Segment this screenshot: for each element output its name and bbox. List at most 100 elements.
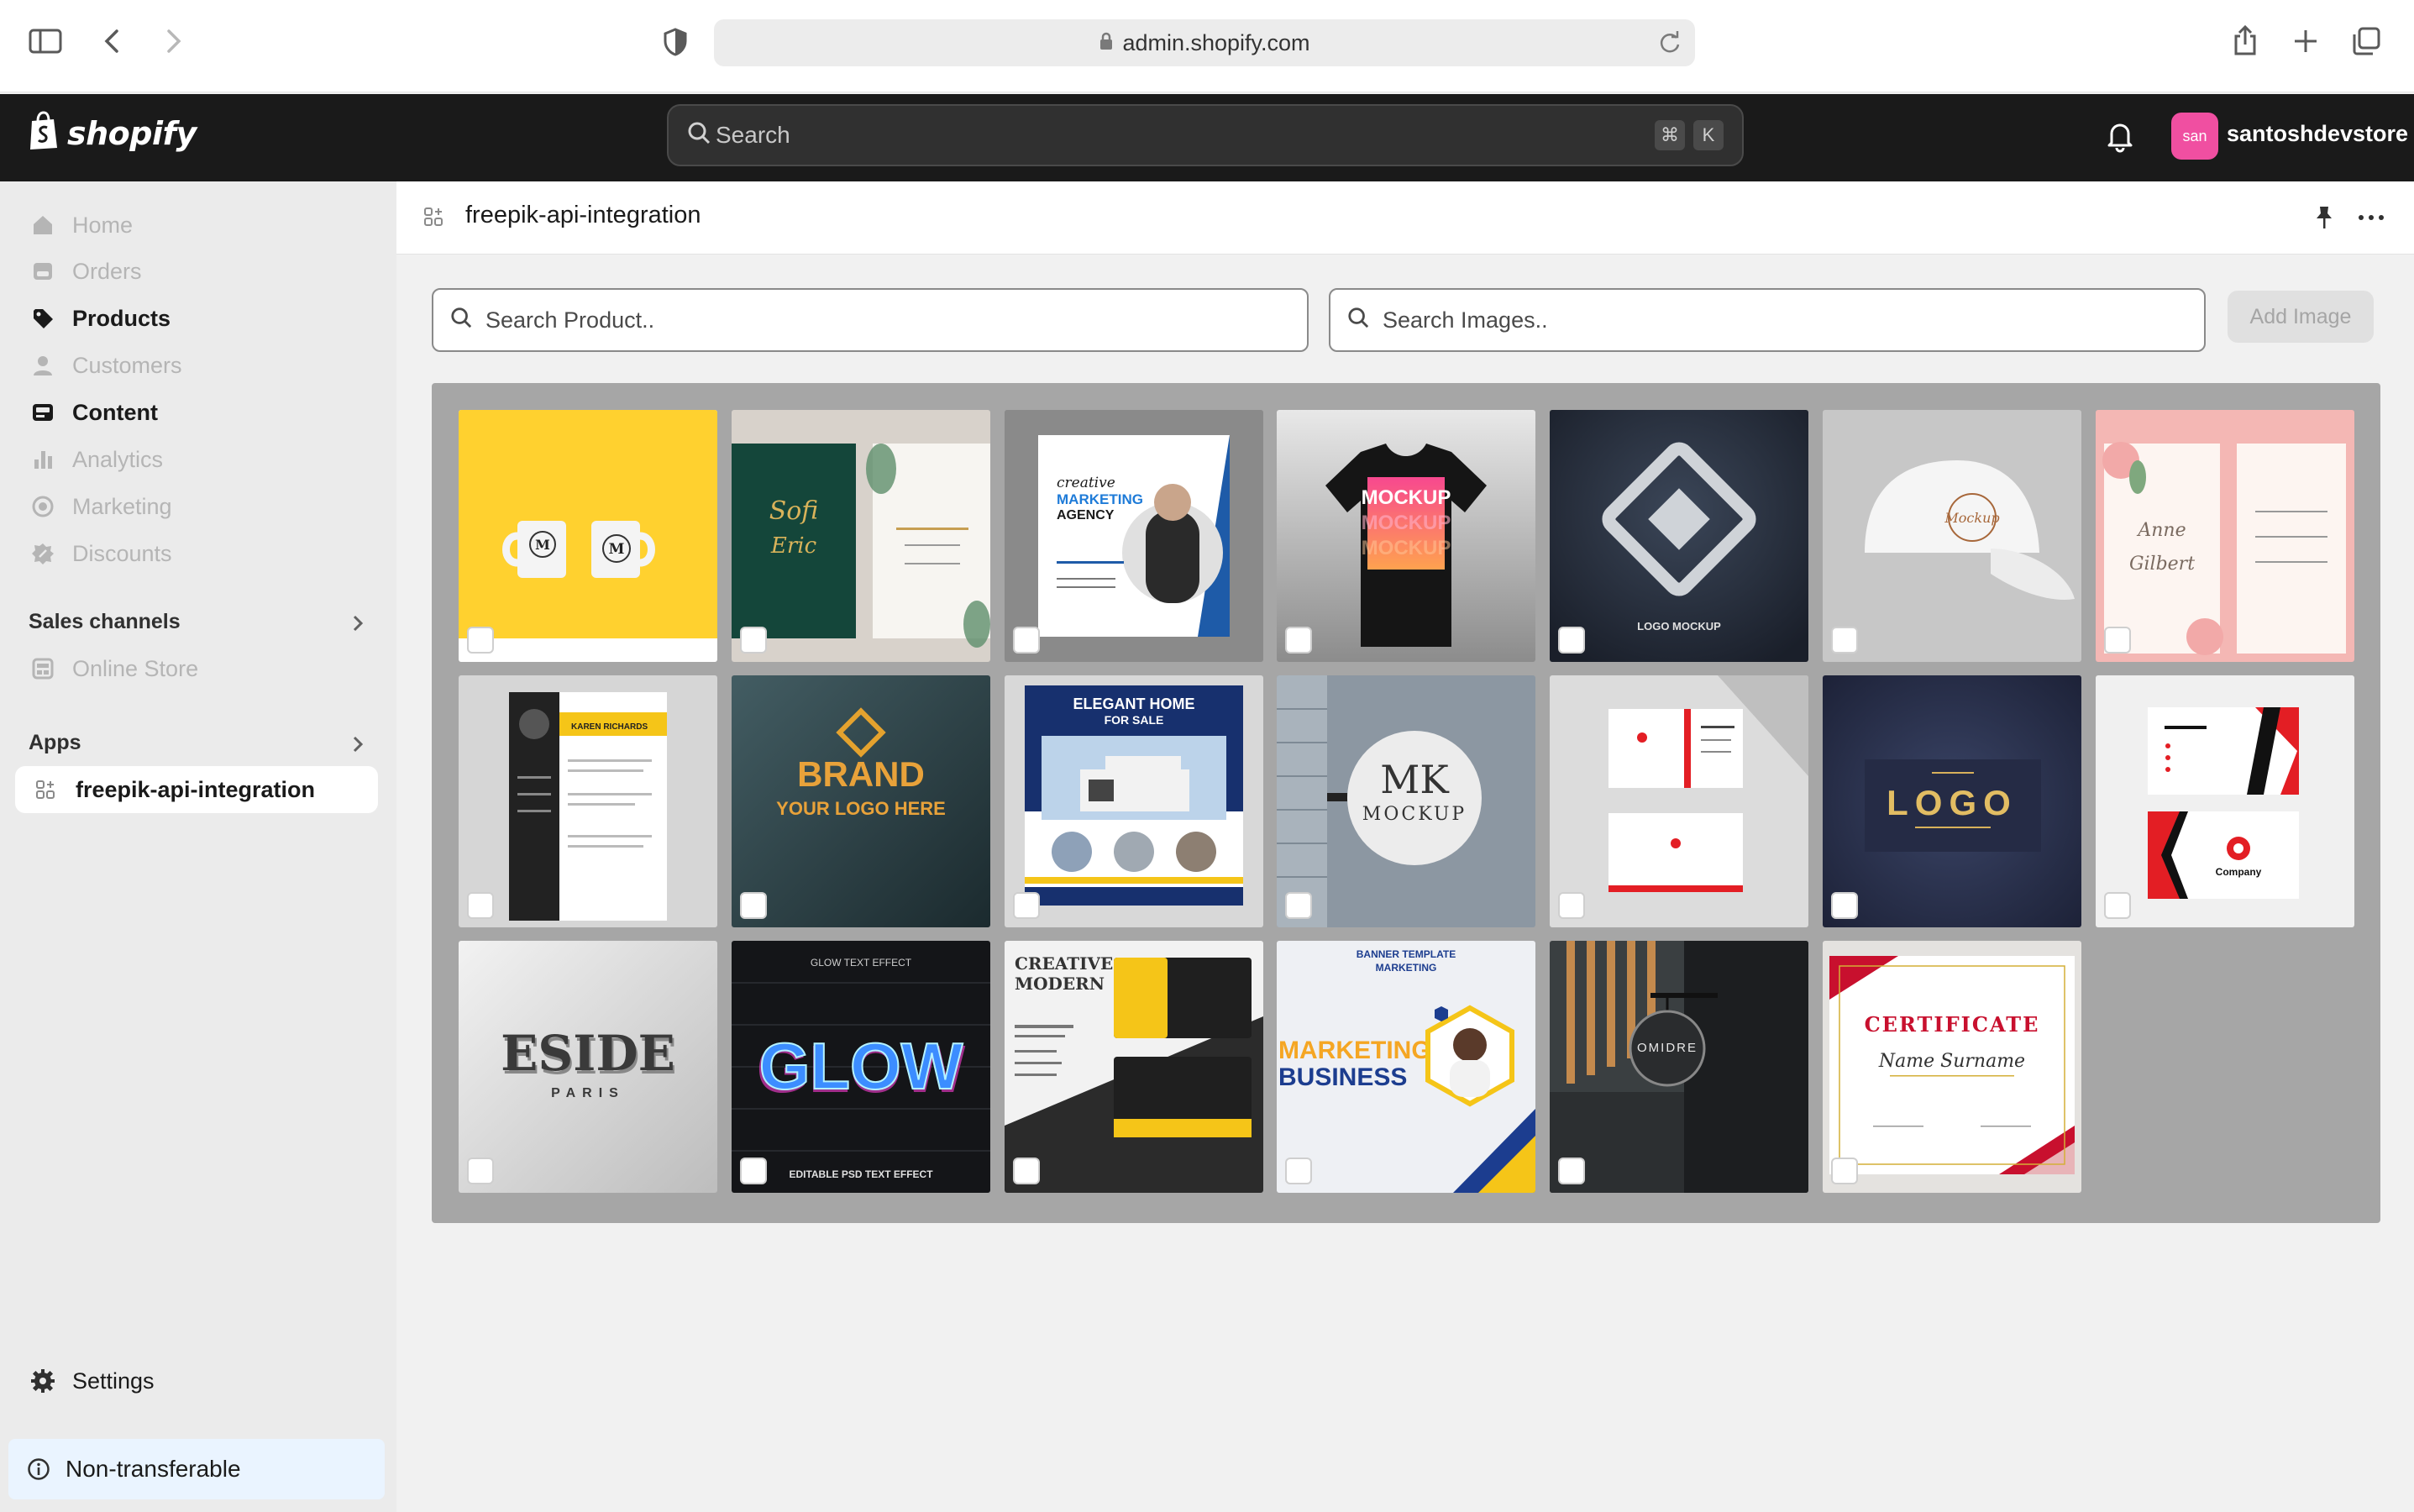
non-transferable-banner[interactable]: Non-transferable (8, 1439, 385, 1499)
sidebar-item-label: Analytics (72, 446, 164, 472)
svg-text:Company: Company (2216, 866, 2262, 878)
image-card-certificate[interactable]: CERTIFICATE Name Surname (1823, 941, 2081, 1193)
sidebar-item-products[interactable]: Products (30, 297, 171, 339)
back-icon[interactable] (99, 27, 124, 55)
svg-text:ESIDE: ESIDE (501, 1025, 675, 1082)
search-images-field[interactable] (1329, 288, 2206, 352)
select-checkbox[interactable] (2104, 627, 2131, 654)
address-bar[interactable]: admin.shopify.com (714, 19, 1695, 66)
image-card-brand-gold[interactable]: BRAND YOUR LOGO HERE (732, 675, 990, 927)
select-checkbox[interactable] (1013, 627, 1040, 654)
select-checkbox[interactable] (1013, 1158, 1040, 1184)
select-checkbox[interactable] (740, 892, 767, 919)
search-product-input[interactable] (484, 306, 1230, 334)
avatar[interactable]: san (2171, 113, 2218, 160)
select-checkbox[interactable] (1831, 1158, 1858, 1184)
search-icon (687, 121, 711, 150)
image-card-business-card-red[interactable] (1550, 675, 1808, 927)
image-card-resume[interactable]: KAREN RICHARDS (459, 675, 717, 927)
select-checkbox[interactable] (740, 1158, 767, 1184)
image-card-marketing-agency[interactable]: creative MARKETING AGENCY (1005, 410, 1263, 662)
select-checkbox[interactable] (467, 892, 494, 919)
image-card-wedding-pink[interactable]: Anne Gilbert (2096, 410, 2354, 662)
image-card-mk-sign[interactable]: MK MOCKUP (1277, 675, 1535, 927)
shortcut-key-k: K (1693, 120, 1724, 150)
image-gallery: MM Sofi Eric creative MARKETING AGENCY MOCK… (432, 383, 2380, 1223)
select-checkbox[interactable] (1831, 892, 1858, 919)
image-card-tshirt[interactable]: MOCKUP MOCKUP MOCKUP (1277, 410, 1535, 662)
svg-text:MARKETING: MARKETING (1278, 1037, 1431, 1064)
select-checkbox[interactable] (1558, 892, 1585, 919)
select-checkbox[interactable] (1285, 892, 1312, 919)
content-icon (30, 400, 55, 425)
select-checkbox[interactable] (740, 627, 767, 654)
lock-icon (1099, 30, 1114, 56)
privacy-shield-icon[interactable] (662, 27, 689, 57)
apps-heading[interactable]: Apps (29, 731, 81, 755)
svg-text:MOCKUP: MOCKUP (1362, 537, 1451, 559)
svg-text:MOCKUP: MOCKUP (1362, 512, 1451, 534)
tab-overview-icon[interactable] (2350, 25, 2382, 57)
svg-text:LOGO: LOGO (1887, 783, 2018, 822)
select-checkbox[interactable] (1558, 627, 1585, 654)
select-checkbox[interactable] (1285, 1158, 1312, 1184)
pin-icon[interactable] (2313, 205, 2335, 234)
new-tab-icon[interactable] (2291, 27, 2320, 55)
image-card-glow[interactable]: GLOW TEXT EFFECT GLOW GLOW EDITABLE PSD TEX… (732, 941, 990, 1193)
sidebar-item-content[interactable]: Content (30, 391, 158, 433)
store-name[interactable]: santoshdevstore (2227, 121, 2408, 147)
image-card-creative-modern[interactable]: CREATIVE MODERN (1005, 941, 1263, 1193)
forward-icon[interactable] (161, 27, 186, 55)
search-product-field[interactable] (432, 288, 1309, 352)
shopify-bag-icon (27, 111, 60, 155)
sidebar-item-label: Home (72, 212, 134, 238)
shopify-logo[interactable]: shopify (27, 111, 197, 155)
image-card-company-card[interactable]: Company (2096, 675, 2354, 927)
sidebar-toggle-icon[interactable] (29, 27, 62, 55)
select-checkbox[interactable] (1013, 892, 1040, 919)
gear-icon (30, 1368, 55, 1394)
svg-text:Gilbert: Gilbert (2129, 554, 2195, 575)
browser-toolbar: admin.shopify.com (0, 0, 2414, 92)
svg-text:Name Surname: Name Surname (1878, 1051, 2025, 1072)
image-card-logo-navy[interactable]: LOGO (1823, 675, 2081, 927)
more-actions-icon[interactable] (2357, 203, 2385, 239)
sidebar-item-label: Customers (72, 352, 182, 378)
sidebar-item-label: Marketing (72, 493, 172, 519)
sidebar-item-analytics[interactable]: Analytics (30, 438, 163, 480)
image-card-wedding-green[interactable]: Sofi Eric (732, 410, 990, 662)
svg-text:YOUR LOGO HERE: YOUR LOGO HERE (776, 798, 946, 819)
select-checkbox[interactable] (1558, 1158, 1585, 1184)
sidebar-item-discounts[interactable]: Discounts (30, 533, 172, 575)
sidebar-item-orders[interactable]: Orders (30, 250, 142, 292)
select-checkbox[interactable] (467, 1158, 494, 1184)
sidebar-item-online-store[interactable]: Online Store (30, 648, 198, 690)
select-checkbox[interactable] (1285, 627, 1312, 654)
add-image-button[interactable]: Add Image (2228, 291, 2374, 343)
image-card-banner-marketing[interactable]: BANNER TEMPLATE MARKETING MARKETING BUSINES… (1277, 941, 1535, 1193)
share-icon[interactable] (2231, 24, 2259, 57)
reload-icon[interactable] (1658, 29, 1683, 55)
sidebar-item-marketing[interactable]: Marketing (30, 486, 172, 528)
svg-text:CERTIFICATE: CERTIFICATE (1865, 1012, 2040, 1037)
sidebar-item-customers[interactable]: Customers (30, 344, 182, 386)
image-card-logo-silver[interactable]: LOGO MOCKUP (1550, 410, 1808, 662)
search-icon (450, 307, 472, 334)
select-checkbox[interactable] (1831, 627, 1858, 654)
sidebar-item-freepik-api-integration[interactable]: freepik-api-integration (15, 766, 378, 813)
sales-channels-heading[interactable]: Sales channels (29, 610, 181, 634)
select-checkbox[interactable] (467, 627, 494, 654)
bell-icon[interactable] (2105, 119, 2135, 157)
chevron-right-icon[interactable] (351, 612, 365, 639)
image-card-cap[interactable]: Mockup (1823, 410, 2081, 662)
sidebar-item-home[interactable]: Home (30, 204, 133, 246)
image-card-eside[interactable]: ESIDE ESIDE PARIS (459, 941, 717, 1193)
image-card-mugs[interactable]: MM (459, 410, 717, 662)
image-card-elegant-home[interactable]: ELEGANT HOME FOR SALE (1005, 675, 1263, 927)
image-card-omidre[interactable]: OMIDRE (1550, 941, 1808, 1193)
select-checkbox[interactable] (2104, 892, 2131, 919)
sidebar-item-settings[interactable]: Settings (30, 1360, 155, 1402)
global-search[interactable]: Search ⌘ K (667, 104, 1744, 166)
chevron-right-icon[interactable] (351, 732, 365, 760)
search-images-input[interactable] (1381, 306, 2127, 334)
